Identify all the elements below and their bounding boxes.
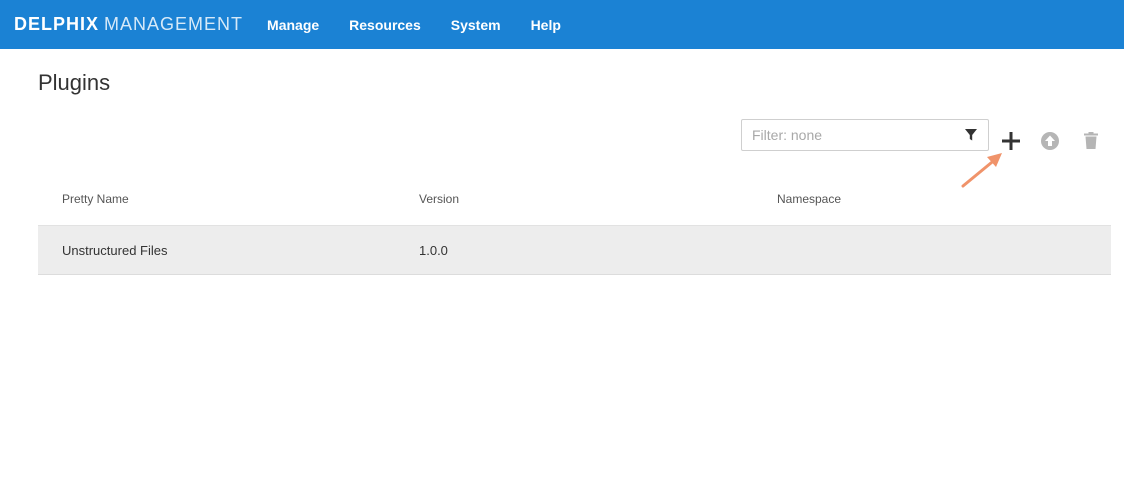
table-row[interactable]: Unstructured Files 1.0.0 bbox=[38, 226, 1111, 275]
column-header-version[interactable]: Version bbox=[419, 192, 459, 206]
filter-icon[interactable] bbox=[964, 128, 978, 142]
filter-field[interactable] bbox=[741, 119, 989, 151]
top-navigation-bar: DELPHIX MANAGEMENT Manage Resources Syste… bbox=[0, 0, 1124, 49]
nav-resources[interactable]: Resources bbox=[349, 17, 421, 33]
main-nav: Manage Resources System Help bbox=[267, 17, 591, 33]
nav-system[interactable]: System bbox=[451, 17, 501, 33]
brand-bold: DELPHIX bbox=[14, 14, 100, 34]
column-header-pretty-name[interactable]: Pretty Name bbox=[62, 192, 129, 206]
nav-manage[interactable]: Manage bbox=[267, 17, 319, 33]
delete-icon[interactable] bbox=[1084, 132, 1098, 149]
plugins-table: Pretty Name Version Namespace Unstructur… bbox=[38, 172, 1111, 275]
filter-input[interactable] bbox=[742, 120, 962, 150]
cell-version: 1.0.0 bbox=[419, 243, 448, 258]
nav-help[interactable]: Help bbox=[531, 17, 561, 33]
page-title: Plugins bbox=[38, 70, 111, 95]
app-logo[interactable]: DELPHIX MANAGEMENT bbox=[14, 14, 243, 35]
brand-light: MANAGEMENT bbox=[104, 14, 244, 34]
upload-icon[interactable] bbox=[1041, 132, 1059, 150]
cell-pretty-name: Unstructured Files bbox=[62, 243, 168, 258]
column-header-namespace[interactable]: Namespace bbox=[777, 192, 841, 206]
table-header: Pretty Name Version Namespace bbox=[38, 172, 1111, 226]
